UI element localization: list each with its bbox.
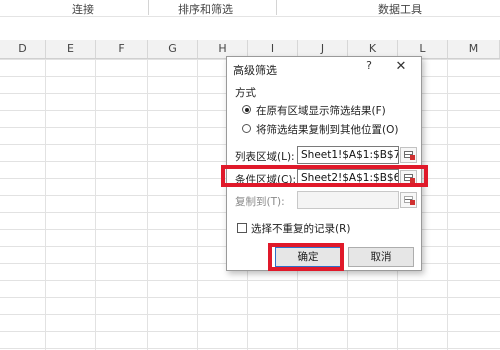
gridline — [95, 59, 96, 350]
option-filter-in-place-label[interactable]: 在原有区域显示筛选结果(F) — [256, 103, 386, 118]
dialog-title: 高级筛选 — [233, 64, 277, 77]
column-header-m[interactable]: M — [448, 40, 500, 58]
ok-button-highlight — [268, 243, 344, 271]
advanced-filter-dialog: 高级筛选 ? ✕ 方式 在原有区域显示筛选结果(F) 将筛选结果复制到其他位置(… — [226, 56, 422, 271]
range-picker-icon[interactable] — [400, 192, 417, 208]
help-button[interactable]: ? — [361, 59, 377, 75]
column-header-f[interactable]: F — [96, 40, 148, 58]
option-copy-to-location-label[interactable]: 将筛选结果复制到其他位置(O) — [256, 122, 398, 137]
ribbon-group-connections: 连接 — [72, 3, 94, 16]
arrow-glyph — [410, 155, 415, 160]
range-picker-icon[interactable] — [400, 147, 417, 163]
criteria-range-highlight — [221, 165, 428, 187]
ribbon-group-sort-filter: 排序和筛选 — [178, 3, 233, 16]
gridline — [447, 59, 448, 350]
ribbon-divider — [276, 0, 277, 15]
close-icon[interactable]: ✕ — [393, 59, 409, 75]
radio-filter-in-place[interactable] — [242, 105, 251, 114]
column-header-d[interactable]: D — [0, 40, 46, 58]
copy-to-input[interactable] — [297, 191, 399, 209]
gridline — [45, 59, 46, 350]
gridline — [147, 59, 148, 350]
method-section-label: 方式 — [235, 87, 256, 99]
arrow-glyph — [410, 200, 415, 205]
copy-to-label: 复制到(T): — [235, 196, 285, 208]
radio-copy-to-location[interactable] — [242, 124, 251, 133]
column-header-e[interactable]: E — [46, 40, 96, 58]
unique-records-label[interactable]: 选择不重复的记录(R) — [251, 221, 351, 236]
list-range-label: 列表区域(L): — [235, 151, 295, 163]
column-header-g[interactable]: G — [148, 40, 198, 58]
ribbon-divider — [148, 0, 149, 15]
unique-records-checkbox[interactable] — [237, 223, 247, 233]
ribbon-group-data-tools: 数据工具 — [378, 3, 422, 16]
gridline — [197, 59, 198, 350]
ribbon-group-labels: 连接 排序和筛选 数据工具 — [0, 0, 500, 17]
list-range-input[interactable]: Sheet1!$A$1:$B$7 — [297, 146, 399, 164]
cancel-button[interactable]: 取消 — [348, 247, 414, 267]
